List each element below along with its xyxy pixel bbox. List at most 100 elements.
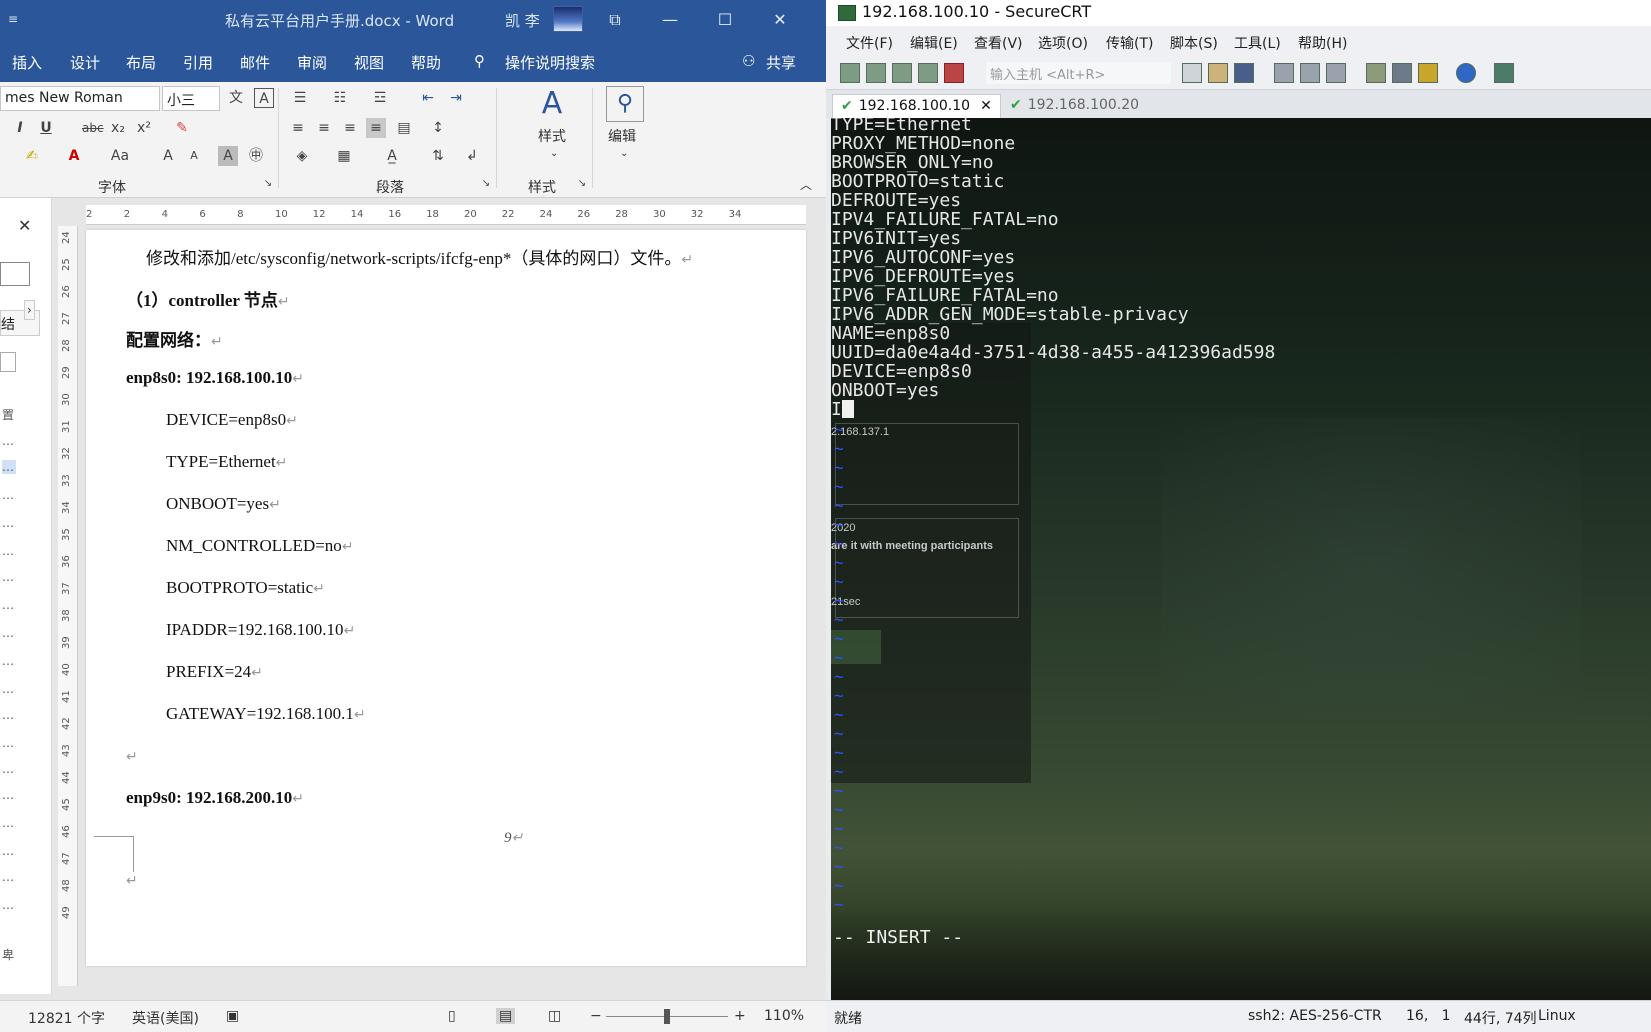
menu-view[interactable]: 查看(V) [974, 33, 1023, 53]
host-input[interactable]: 输入主机 <Alt+R> [986, 62, 1171, 84]
menu-tools[interactable]: 工具(L) [1234, 33, 1281, 53]
ribbon-display-icon[interactable]: ⧉ [600, 8, 630, 32]
styles-dialog-launcher-icon[interactable]: ↘ [572, 174, 592, 194]
doc-config-line[interactable]: NM_CONTROLLED=no↵ [166, 536, 354, 556]
font-size-select[interactable]: 小三 [162, 86, 220, 111]
find-icon[interactable] [1234, 63, 1254, 83]
clear-formatting-icon[interactable]: ✎ [172, 118, 192, 138]
zoom-in-icon[interactable]: + [734, 1008, 746, 1024]
strikethrough-icon[interactable]: abc [82, 118, 104, 138]
grow-font-icon[interactable]: A [158, 146, 178, 166]
user-name[interactable]: 凯 李 [505, 10, 540, 31]
doc-heading[interactable]: enp8s0: 192.168.100.10↵ [126, 368, 304, 388]
print-layout-icon[interactable]: ▤ [496, 1008, 516, 1024]
sort-icon[interactable]: ⇅ [428, 146, 448, 166]
doc-config-line[interactable]: BOOTPROTO=static↵ [166, 578, 325, 598]
share-button[interactable]: 共享 [766, 52, 796, 73]
tab-view[interactable]: 视图 [354, 52, 384, 73]
doc-heading[interactable]: 配置网络：↵ [126, 326, 223, 351]
zoom-level[interactable]: 110% [764, 1008, 804, 1024]
align-center-icon[interactable]: ≡ [314, 118, 334, 138]
char-border-icon[interactable]: A [254, 88, 274, 108]
connect-tab-icon[interactable] [892, 63, 912, 83]
tab-layout[interactable]: 布局 [126, 52, 156, 73]
styles-button[interactable]: 样式 [538, 126, 566, 146]
show-marks-icon[interactable]: ↲ [462, 146, 482, 166]
session-options-icon[interactable] [1366, 63, 1386, 83]
nav-heading[interactable]: … [2, 626, 14, 640]
read-mode-icon[interactable]: ▯ [448, 1008, 456, 1024]
phonetic-guide-icon[interactable]: 文 [226, 88, 246, 108]
reconnect-icon[interactable] [918, 63, 938, 83]
nav-heading[interactable]: … [2, 598, 14, 612]
styles-gallery-icon[interactable]: A [534, 86, 570, 122]
print-icon[interactable] [1274, 63, 1294, 83]
close-pane-icon[interactable]: ✕ [18, 216, 31, 235]
align-right-icon[interactable]: ≡ [340, 118, 360, 138]
macro-icon[interactable]: ▣ [226, 1008, 239, 1024]
nav-heading[interactable]: … [2, 434, 14, 448]
pane-search-box[interactable] [0, 262, 30, 286]
doc-empty-paragraph[interactable]: ↵ [126, 746, 138, 766]
nav-heading[interactable]: … [2, 488, 14, 502]
font-name-select[interactable]: mes New Roman [0, 86, 160, 111]
doc-heading[interactable]: （1）controller 节点↵ [126, 286, 290, 311]
share-icon[interactable]: ⚇ [742, 52, 755, 70]
tab-review[interactable]: 审阅 [297, 52, 327, 73]
change-case-icon[interactable]: Aa [110, 146, 130, 166]
tab-session-2[interactable]: ✔ 192.168.100.20 [1002, 94, 1147, 118]
minimize-icon[interactable]: — [655, 8, 685, 32]
nav-heading[interactable]: … [2, 898, 14, 912]
doc-config-line[interactable]: DEVICE=enp8s0↵ [166, 410, 298, 430]
nav-heading[interactable]: … [2, 708, 14, 722]
language[interactable]: 英语(美国) [132, 1008, 199, 1028]
nav-heading[interactable]: … [2, 844, 14, 858]
copy-icon[interactable] [1182, 63, 1202, 83]
tab-insert[interactable]: 插入 [12, 52, 42, 73]
lightbulb-icon[interactable]: ⚲ [474, 52, 485, 70]
increase-indent-icon[interactable]: ⇥ [446, 88, 466, 108]
close-tab-icon[interactable]: ✕ [980, 98, 992, 114]
nav-heading[interactable]: 卑 [2, 946, 14, 963]
vertical-ruler[interactable]: 24 25 26 27 28 29 30 31 32 33 34 35 36 37 38 39 40 41 42 43… [58, 226, 78, 986]
italic-icon[interactable]: I [10, 118, 30, 138]
sftp-icon[interactable] [1494, 63, 1514, 83]
tab-mailings[interactable]: 邮件 [240, 52, 270, 73]
doc-paragraph[interactable]: 修改和添加/etc/sysconfig/network-scripts/ifcf… [146, 244, 693, 269]
nav-heading[interactable]: … [2, 870, 14, 884]
zoom-out-icon[interactable]: − [590, 1008, 602, 1024]
pane-option-box[interactable] [0, 352, 16, 372]
justify-icon[interactable]: ≡ [366, 118, 386, 138]
terminal-screen[interactable]: 2.168.137.1 2020 are it with meeting par… [831, 118, 1651, 1000]
subscript-icon[interactable]: x₂ [108, 118, 128, 138]
menu-script[interactable]: 脚本(S) [1170, 33, 1218, 53]
nav-heading[interactable]: … [2, 816, 14, 830]
doc-config-line[interactable]: GATEWAY=192.168.100.1↵ [166, 704, 366, 724]
chevron-right-icon[interactable]: › [24, 300, 35, 320]
collapse-ribbon-icon[interactable]: ︿ [800, 176, 812, 193]
horizontal-ruler[interactable]: 2 2 4 6 8 10 12 14 16 18 20 22 24 26 28 30 32 34 [86, 205, 806, 225]
nav-heading[interactable]: 置 [2, 406, 14, 423]
doc-config-line[interactable]: TYPE=Ethernet↵ [166, 452, 287, 472]
global-options-icon[interactable] [1392, 63, 1412, 83]
borders-icon[interactable]: ▦ [334, 146, 354, 166]
distributed-icon[interactable]: ▤ [394, 118, 414, 138]
web-layout-icon[interactable]: ◫ [548, 1008, 561, 1024]
tab-help[interactable]: 帮助 [411, 52, 441, 73]
print-screen-icon[interactable] [1300, 63, 1320, 83]
enclose-char-icon[interactable]: ㊥ [246, 146, 266, 166]
nav-heading[interactable]: … [2, 516, 14, 530]
doc-heading[interactable]: enp9s0: 192.168.200.10↵ [126, 788, 304, 808]
tab-session-1[interactable]: ✔ 192.168.100.10 ✕ [832, 94, 1001, 118]
nav-heading[interactable]: … [2, 762, 14, 776]
nav-heading[interactable]: … [2, 788, 14, 802]
maximize-icon[interactable]: ☐ [710, 8, 740, 32]
tell-me-search[interactable]: 操作说明搜索 [505, 52, 595, 73]
search-icon[interactable]: ⚲ [606, 86, 644, 122]
disconnect-icon[interactable] [944, 63, 964, 83]
numbering-icon[interactable]: ☷ [330, 88, 350, 108]
nav-heading[interactable]: … [2, 654, 14, 668]
line-spacing-icon[interactable]: ↕ [428, 118, 448, 138]
close-icon[interactable]: ✕ [765, 8, 795, 32]
shading-icon[interactable]: ◈ [292, 146, 312, 166]
